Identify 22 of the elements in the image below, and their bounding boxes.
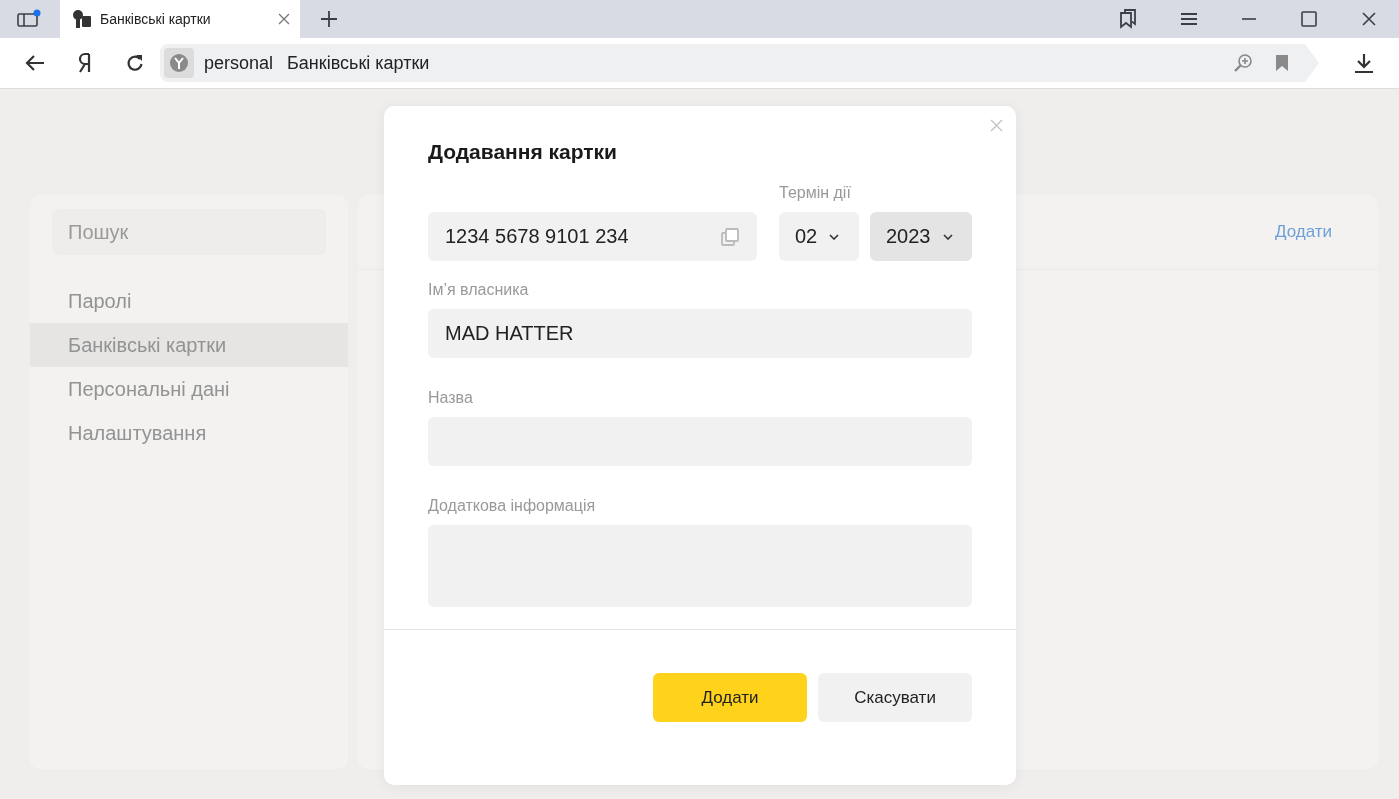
month-dropdown[interactable]: 02: [779, 212, 859, 261]
caret-icon: [829, 233, 840, 240]
close-tab-icon[interactable]: [278, 13, 290, 25]
address-page-title: Банківські картки: [287, 52, 430, 74]
owner-name-field[interactable]: MAD HATTER: [428, 309, 972, 358]
zoom-in-icon[interactable]: [1233, 53, 1253, 73]
caret-icon: [942, 233, 953, 240]
site-icon: [164, 48, 194, 78]
dialog-title: Додавання картки: [428, 140, 618, 164]
browser-tab[interactable]: Банківські картки: [60, 0, 300, 38]
field-label: Термін дії: [779, 184, 852, 202]
tab-title: Банківські картки: [100, 11, 212, 27]
cancel-button[interactable]: Скасувати: [818, 673, 972, 722]
add-button[interactable]: Додати: [653, 673, 807, 722]
field-label: Ім’я власника: [428, 281, 530, 299]
year-dropdown[interactable]: 2023: [870, 212, 972, 261]
address-bar[interactable]: personal Банківські картки: [160, 44, 1319, 82]
field-label: Назва: [428, 389, 474, 407]
bookmark-icon[interactable]: [1275, 54, 1289, 72]
field-label: Додаткова інформація: [428, 497, 597, 515]
card-number-field[interactable]: 1234 5678 9101 234: [428, 212, 757, 261]
address-host: personal: [204, 52, 274, 74]
